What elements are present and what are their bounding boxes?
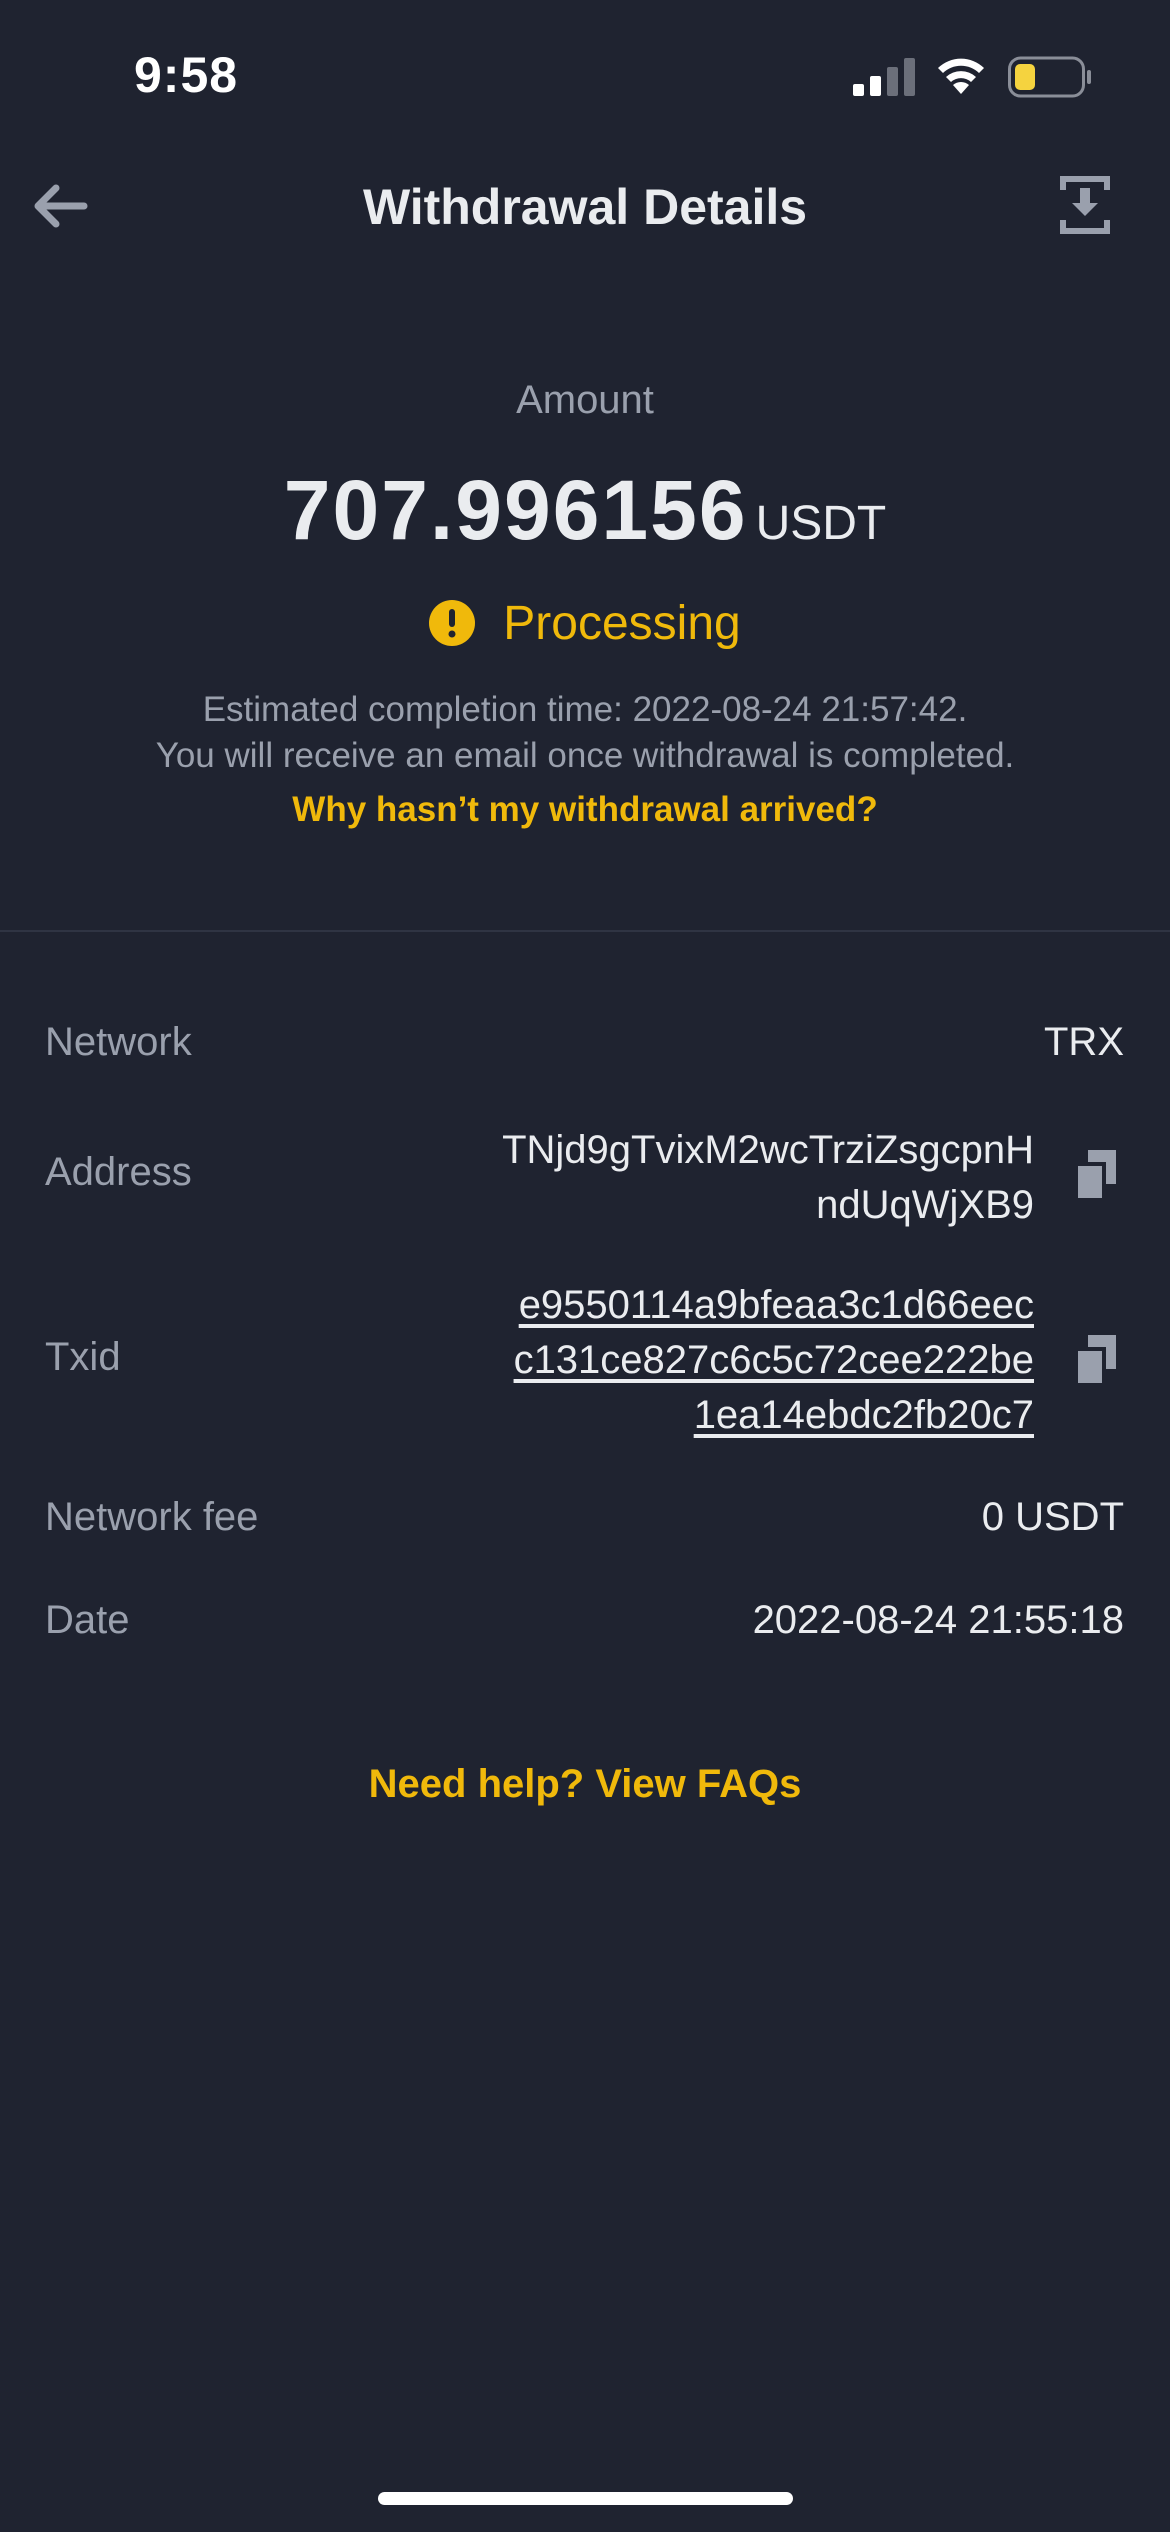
battery-icon (1008, 56, 1091, 98)
wifi-icon (938, 58, 984, 94)
top-nav-bar: Withdrawal Details (0, 160, 1170, 250)
copy-txid-icon[interactable] (1074, 1335, 1116, 1383)
status-text: Processing (503, 596, 741, 650)
amount-unit: USDT (755, 497, 887, 550)
status-bar: 9:58 (0, 0, 1170, 150)
network-value: TRX (1044, 1020, 1124, 1064)
divider (0, 930, 1170, 932)
txid-label: Txid (45, 1335, 121, 1379)
amount-value: 707.996156 (283, 463, 748, 557)
address-label: Address (45, 1150, 192, 1194)
page-title: Withdrawal Details (362, 179, 808, 235)
download-icon[interactable] (1060, 176, 1110, 234)
estimated-completion-text: Estimated completion time: 2022-08-24 21… (202, 690, 968, 729)
date-label: Date (45, 1598, 130, 1642)
withdrawal-status: Processing (0, 590, 1170, 656)
exclamation-circle-icon (429, 600, 476, 646)
copy-address-icon[interactable] (1074, 1150, 1116, 1198)
network-fee-label: Network fee (45, 1495, 259, 1539)
status-time: 9:58 (134, 47, 239, 103)
why-not-arrived-link[interactable]: Why hasn’t my withdrawal arrived? (0, 790, 1170, 830)
txid-line-1: e9550114a9bfeaa3c1d66eec (518, 1283, 1034, 1327)
cellular-signal-icon (853, 58, 915, 96)
address-value: TNjd9gTvixM2wcTrziZsgcpnH ndUqWjXB9 (502, 1123, 1034, 1233)
email-note-text: You will receive an email once withdrawa… (155, 736, 1015, 775)
network-fee-value: 0 USDT (981, 1495, 1124, 1539)
amount-label: Amount (516, 378, 654, 422)
date-value: 2022-08-24 21:55:18 (752, 1598, 1124, 1642)
address-line-1: TNjd9gTvixM2wcTrziZsgcpnH (502, 1128, 1034, 1172)
network-label: Network (45, 1020, 192, 1064)
home-indicator (378, 2492, 793, 2505)
txid-line-3: 1ea14ebdc2fb20c7 (693, 1393, 1034, 1437)
txid-value-link[interactable]: e9550114a9bfeaa3c1d66eec c131ce827c6c5c7… (514, 1278, 1034, 1443)
view-faqs-link[interactable]: Need help? View FAQs (0, 1762, 1170, 1807)
amount-display: 707.996156 USDT (0, 462, 1170, 559)
address-line-2: ndUqWjXB9 (816, 1183, 1034, 1227)
txid-line-2: c131ce827c6c5c72cee222be (513, 1338, 1034, 1382)
